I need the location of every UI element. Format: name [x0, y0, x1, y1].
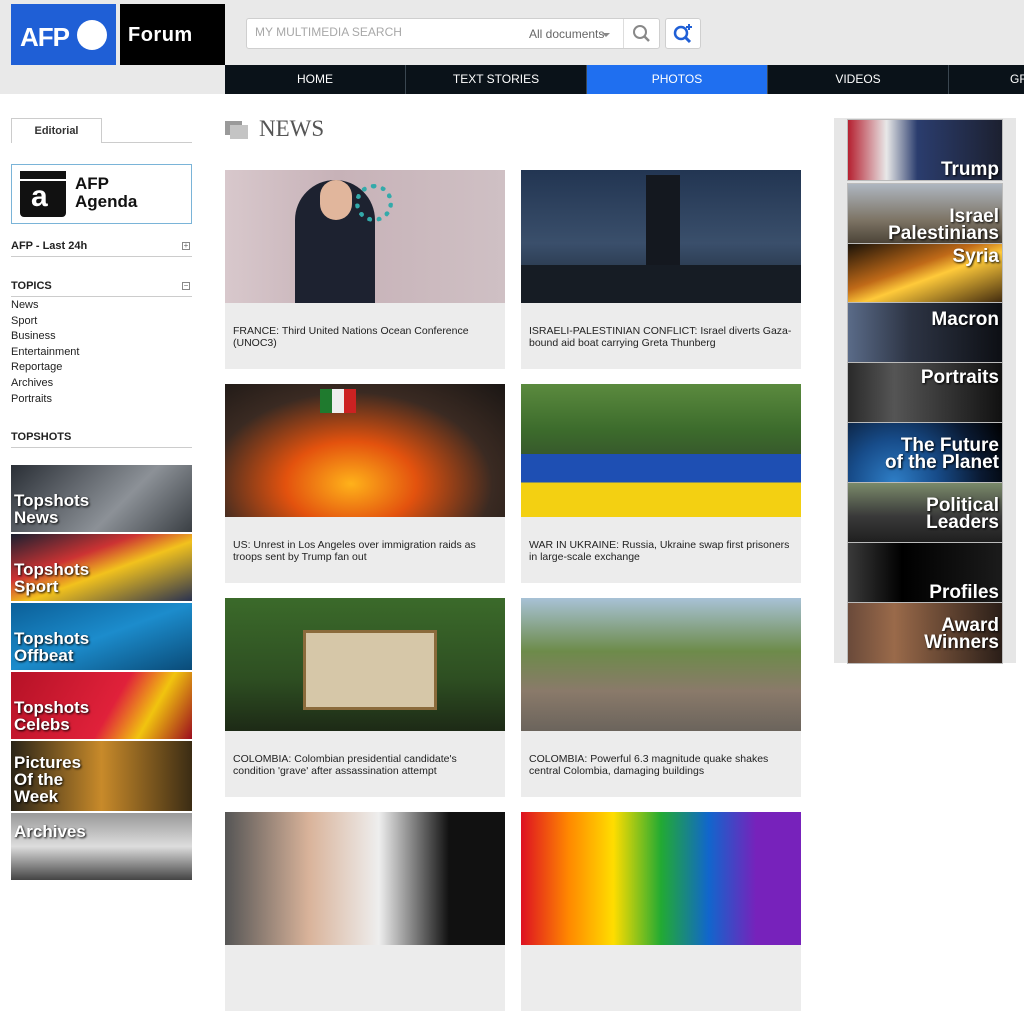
advanced-search-button[interactable] — [665, 18, 701, 49]
main-nav: HOME TEXT STORIES PHOTOS VIDEOS GR — [225, 65, 1024, 94]
chevron-down-icon[interactable] — [602, 33, 610, 37]
topics-list: News Sport Business Entertainment Report… — [11, 298, 192, 407]
news-card-caption[interactable]: COLOMBIA: Powerful 6.3 magnitude quake s… — [529, 753, 793, 777]
tile-label: Political Leaders — [926, 495, 999, 533]
topic-business[interactable]: Business — [11, 329, 192, 345]
news-card-caption[interactable]: FRANCE: Third United Nations Ocean Confe… — [233, 325, 497, 349]
topic-reportage[interactable]: Reportage — [11, 360, 192, 376]
search-plus-icon — [673, 24, 692, 44]
news-card-image[interactable] — [521, 170, 801, 303]
tile-portraits[interactable]: Portraits — [847, 362, 1003, 424]
tile-label: Topshots Celebs — [14, 698, 90, 734]
tile-label: Trump — [940, 159, 999, 180]
news-card-image[interactable] — [521, 598, 801, 731]
afp-agenda-banner[interactable]: a AFP Agenda — [11, 164, 192, 224]
tile-topshots-celebs[interactable]: Topshots Celebs — [11, 672, 192, 739]
news-card-caption[interactable]: WAR IN UKRAINE: Russia, Ukraine swap fir… — [529, 539, 793, 563]
topic-sport[interactable]: Sport — [11, 314, 192, 330]
tile-syria[interactable]: Syria — [847, 243, 1003, 305]
news-card-image[interactable] — [225, 812, 505, 945]
tile-label: Topshots Offbeat — [14, 629, 90, 665]
search-button[interactable] — [624, 19, 660, 48]
search-scope-select[interactable]: All documents — [529, 27, 604, 41]
tile-label: Macron — [931, 309, 999, 330]
search-input[interactable] — [255, 25, 515, 39]
tile-topshots-offbeat[interactable]: Topshots Offbeat — [11, 603, 192, 670]
search-icon — [633, 25, 650, 42]
topshots-title: TOPSHOTS — [11, 431, 192, 448]
news-card-image[interactable] — [225, 598, 505, 731]
topshots-tiles: Topshots News Topshots Sport Topshots Of… — [11, 465, 192, 882]
tile-label: Award Winners — [924, 615, 999, 653]
tile-label: Topshots News — [14, 491, 90, 527]
topic-news[interactable]: News — [11, 298, 192, 314]
agenda-label: AFP Agenda — [75, 174, 138, 211]
tile-pictures-of-the-week[interactable]: Pictures Of the Week — [11, 741, 192, 811]
forum-logo[interactable]: Forum — [120, 4, 225, 65]
tile-topshots-sport[interactable]: Topshots Sport — [11, 534, 192, 601]
last-24h-link[interactable]: AFP - Last 24h + — [11, 240, 192, 257]
news-card[interactable]: COLOMBIA: Powerful 6.3 magnitude quake s… — [521, 598, 801, 797]
tile-label: Syria — [952, 246, 999, 267]
topics-title: TOPICS − — [11, 280, 192, 297]
news-card-image[interactable] — [521, 384, 801, 517]
afp-logo-text: AFP — [20, 22, 70, 52]
tile-label: Portraits — [920, 367, 999, 388]
topic-portraits[interactable]: Portraits — [11, 392, 192, 408]
nav-videos[interactable]: VIDEOS — [768, 65, 949, 94]
news-card-caption[interactable]: COLOMBIA: Colombian presidential candida… — [233, 753, 497, 777]
nav-home[interactable]: HOME — [225, 65, 406, 94]
afp-logo-dot — [77, 20, 107, 50]
news-card[interactable]: ISRAELI-PALESTINIAN CONFLICT: Israel div… — [521, 170, 801, 369]
news-card-caption[interactable]: ISRAELI-PALESTINIAN CONFLICT: Israel div… — [529, 325, 793, 349]
expand-icon[interactable]: + — [182, 242, 190, 250]
nav-graphics[interactable]: GR — [949, 65, 1024, 94]
topic-archives[interactable]: Archives — [11, 376, 192, 392]
news-card[interactable]: FRANCE: Third United Nations Ocean Confe… — [225, 170, 505, 369]
news-card-image[interactable] — [225, 170, 505, 303]
tile-label: Pictures Of the Week — [14, 753, 82, 806]
folder-icon — [225, 121, 248, 139]
search-bar: All documents — [246, 18, 660, 49]
last-24h-label: AFP - Last 24h — [11, 240, 88, 252]
topic-entertainment[interactable]: Entertainment — [11, 345, 192, 361]
forum-logo-text: Forum — [128, 24, 193, 46]
afp-logo[interactable]: AFP — [11, 4, 116, 65]
tile-future-of-the-planet[interactable]: The Future of the Planet — [847, 422, 1003, 484]
tile-label: Topshots Sport — [14, 560, 90, 596]
news-card[interactable]: US: Unrest in Los Angeles over immigrati… — [225, 384, 505, 583]
header: AFP Forum All documents HOME TEXT STORIE… — [0, 0, 1024, 94]
tile-archives[interactable]: Archives — [11, 813, 192, 880]
tile-award-winners[interactable]: Award Winners — [847, 602, 1003, 664]
news-card[interactable] — [225, 812, 505, 1011]
tab-editorial[interactable]: Editorial — [11, 118, 102, 143]
topics-label: TOPICS — [11, 280, 52, 292]
right-sidebar: Trump Israel Palestinians Syria Macron P… — [834, 118, 1016, 664]
tile-label: Profiles — [929, 582, 999, 603]
tile-label: The Future of the Planet — [884, 435, 999, 473]
tile-profiles[interactable]: Profiles — [847, 542, 1003, 604]
tile-label: Archives — [14, 822, 86, 841]
agenda-icon: a — [20, 171, 66, 217]
news-card[interactable]: COLOMBIA: Colombian presidential candida… — [225, 598, 505, 797]
tile-israel-palestinians[interactable]: Israel Palestinians — [847, 183, 1003, 245]
tile-topshots-news[interactable]: Topshots News — [11, 465, 192, 532]
collapse-icon[interactable]: − — [182, 282, 190, 290]
page-title: NEWS — [259, 116, 325, 141]
news-card[interactable] — [521, 812, 801, 1011]
tile-trump[interactable]: Trump — [847, 119, 1003, 181]
tile-label: Israel Palestinians — [888, 206, 999, 244]
news-card-image[interactable] — [225, 384, 505, 517]
tile-political-leaders[interactable]: Political Leaders — [847, 482, 1003, 544]
divider — [102, 142, 192, 143]
news-card-caption[interactable]: US: Unrest in Los Angeles over immigrati… — [233, 539, 497, 563]
tile-macron[interactable]: Macron — [847, 302, 1003, 364]
nav-photos[interactable]: PHOTOS — [587, 65, 768, 94]
nav-text-stories[interactable]: TEXT STORIES — [406, 65, 587, 94]
news-card-image[interactable] — [521, 812, 801, 945]
news-card[interactable]: WAR IN UKRAINE: Russia, Ukraine swap fir… — [521, 384, 801, 583]
